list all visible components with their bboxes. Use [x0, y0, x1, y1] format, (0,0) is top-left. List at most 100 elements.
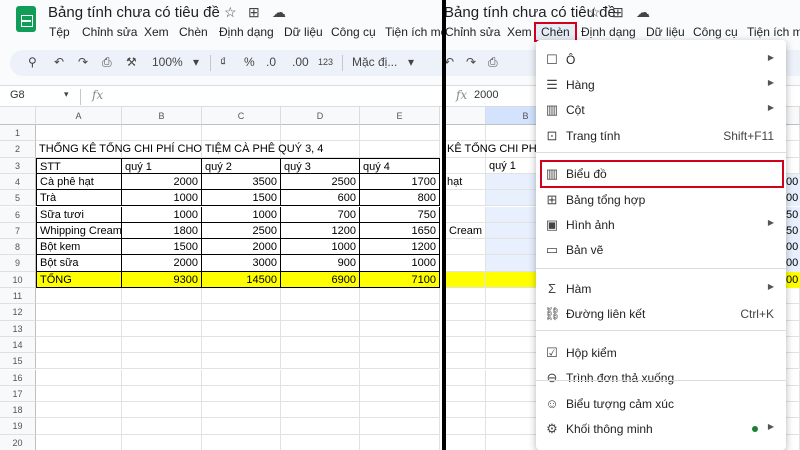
chevron-down-icon[interactable]: ▾ — [408, 55, 414, 69]
grid-cell[interactable] — [36, 320, 122, 337]
grid-cell[interactable] — [36, 353, 122, 370]
partial-cell-text[interactable]: 00 — [786, 173, 800, 191]
row-header[interactable]: 18 — [0, 402, 36, 419]
grid-cell[interactable] — [122, 125, 202, 142]
grid-cell[interactable] — [122, 288, 202, 305]
insert-menu-item[interactable]: ▣ Hình ảnh ▶ — [536, 213, 786, 237]
table-cell[interactable]: 2500 — [281, 173, 360, 191]
grid-cell[interactable] — [281, 304, 360, 321]
grid-cell[interactable] — [202, 353, 281, 370]
grid-cell[interactable] — [446, 402, 486, 419]
column-header-e[interactable]: E — [360, 107, 440, 125]
insert-menu-item[interactable]: ⊞ Bảng tổng hợp — [536, 188, 786, 212]
grid-cell[interactable] — [122, 304, 202, 321]
cloud-status-icon[interactable]: ☁ — [636, 4, 650, 21]
search-menus-icon[interactable]: ⚲ — [28, 55, 37, 69]
grid-cell[interactable] — [446, 353, 486, 370]
font-select[interactable]: Mặc đị... — [352, 55, 397, 69]
table-cell[interactable]: 1200 — [360, 239, 440, 256]
table-cell[interactable]: Bột sữa — [36, 255, 122, 272]
grid-cell[interactable] — [281, 288, 360, 305]
grid-cell[interactable] — [36, 369, 122, 386]
grid-cell[interactable] — [122, 418, 202, 435]
currency-format-button[interactable]: ₫ — [220, 55, 226, 69]
grid-cell[interactable] — [446, 369, 486, 386]
number-format-button[interactable]: 123 — [318, 57, 333, 67]
row-header[interactable]: 14 — [0, 336, 36, 354]
grid-cell[interactable] — [360, 402, 440, 419]
row-header[interactable]: 5 — [0, 190, 36, 207]
table-cell[interactable]: 1000 — [122, 206, 202, 223]
grid-cell[interactable] — [281, 418, 360, 435]
insert-menu-item[interactable]: ☐ Ô ▶ — [536, 48, 786, 72]
grid-cell[interactable] — [360, 320, 440, 337]
table-cell[interactable]: Whipping Cream — [36, 222, 122, 240]
table-cell[interactable]: 2000 — [122, 255, 202, 272]
table-cell[interactable]: 700 — [281, 206, 360, 223]
undo-icon[interactable]: ↶ — [54, 55, 64, 69]
menu-insert[interactable]: Chèn — [176, 25, 211, 39]
table-cell[interactable]: 1800 — [122, 222, 202, 240]
total-cell[interactable]: 6900 — [281, 271, 360, 288]
grid-cell[interactable] — [446, 239, 486, 256]
partial-cell-text[interactable]: 50 — [786, 222, 800, 240]
row-header[interactable]: 10 — [0, 271, 36, 288]
grid-cell[interactable] — [202, 125, 281, 142]
partial-cell-text[interactable]: 00 — [786, 190, 800, 207]
table-cell[interactable]: 1500 — [122, 239, 202, 256]
grid-cell[interactable] — [446, 206, 486, 223]
row-header[interactable]: 13 — [0, 320, 36, 337]
grid-cell[interactable] — [281, 336, 360, 354]
grid-cell[interactable] — [281, 320, 360, 337]
table-cell[interactable]: Bột kem — [36, 239, 122, 256]
row-header[interactable]: 15 — [0, 353, 36, 370]
grid-cell[interactable] — [281, 369, 360, 386]
table-cell[interactable]: Trà — [36, 190, 122, 207]
table-header-cell[interactable]: quý 3 — [281, 157, 360, 174]
grid-cell[interactable] — [122, 402, 202, 419]
table-cell[interactable]: 1650 — [360, 222, 440, 240]
table-cell[interactable]: 800 — [360, 190, 440, 207]
table-cell[interactable]: 1200 — [281, 222, 360, 240]
redo-icon[interactable]: ↷ — [78, 55, 88, 69]
partial-cell-text[interactable]: 50 — [786, 206, 800, 223]
increase-decimal-button[interactable]: .00 — [292, 55, 309, 69]
row-header[interactable]: 11 — [0, 288, 36, 305]
insert-menu-item[interactable]: ☑ Hộp kiểm — [536, 341, 786, 365]
menu-format[interactable]: Định dạng — [216, 25, 277, 39]
column-header-b[interactable]: B — [122, 107, 202, 125]
name-box[interactable]: G8 — [10, 89, 25, 101]
grid-cell[interactable] — [446, 418, 486, 435]
grid-cell[interactable] — [202, 418, 281, 435]
table-cell[interactable]: 3000 — [202, 255, 281, 272]
grid-cell[interactable] — [36, 125, 122, 142]
grid-cell[interactable] — [360, 336, 440, 354]
grid-cell[interactable] — [360, 125, 440, 142]
grid-cell[interactable] — [202, 288, 281, 305]
row-header[interactable]: 12 — [0, 304, 36, 321]
table-cell[interactable]: 1500 — [202, 190, 281, 207]
grid-cell[interactable] — [360, 304, 440, 321]
menu-extensions[interactable]: Tiện ích mở — [382, 25, 442, 39]
grid-cell[interactable] — [202, 369, 281, 386]
table-cell[interactable]: 1700 — [360, 173, 440, 191]
total-cell[interactable]: TỔNG — [36, 271, 122, 288]
print-icon[interactable]: ⎙ — [102, 55, 112, 70]
partial-cell-text[interactable]: Cream — [446, 223, 486, 239]
insert-menu-item[interactable]: ⊡ Trang tính Shift+F11 — [536, 124, 786, 148]
table-header-cell[interactable]: STT — [36, 157, 122, 174]
table-cell[interactable]: 600 — [281, 190, 360, 207]
menu-extensions[interactable]: Tiện ích mở — [744, 25, 800, 39]
grid-cell[interactable] — [36, 385, 122, 403]
partial-cell-text[interactable]: hạt — [446, 174, 484, 190]
row-header[interactable]: 19 — [0, 418, 36, 435]
grid-cell[interactable] — [202, 402, 281, 419]
cloud-status-icon[interactable]: ☁ — [272, 4, 286, 21]
table-cell[interactable]: 2000 — [122, 173, 202, 191]
grid-cell[interactable] — [446, 288, 486, 305]
move-folder-icon[interactable]: ⊞ — [248, 4, 260, 21]
insert-menu-item[interactable]: Σ Hàm ▶ — [536, 277, 786, 301]
table-header-cell[interactable]: quý 1 — [122, 157, 202, 174]
grid-cell[interactable] — [360, 369, 440, 386]
formula-value[interactable]: 2000 — [474, 89, 498, 101]
